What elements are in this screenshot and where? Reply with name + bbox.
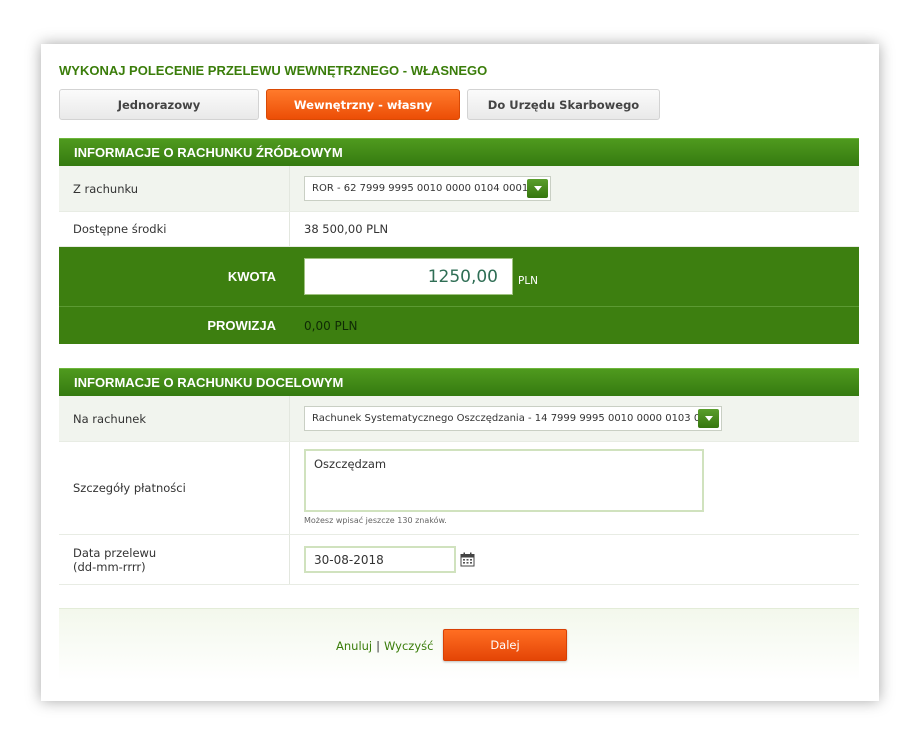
to-account-select[interactable]: Rachunek Systematycznego Oszczędzania - … xyxy=(304,406,722,431)
payment-details-textarea[interactable]: Oszczędzam xyxy=(304,449,704,512)
available-funds-value: 38 500,00 PLN xyxy=(304,222,389,236)
tab-one-time[interactable]: Jednorazowy xyxy=(59,89,259,120)
from-account-select[interactable]: ROR - 62 7999 9995 0010 0000 0104 0001 xyxy=(304,176,551,201)
amount-row: KWOTA 1250,00 PLN xyxy=(59,247,859,307)
links-separator: | xyxy=(376,639,380,653)
available-funds-label: Dostępne środki xyxy=(59,212,290,246)
payment-details-row: Szczegóły płatności Oszczędzam Możesz wp… xyxy=(59,442,859,535)
from-account-value: ROR - 62 7999 9995 0010 0000 0104 0001 xyxy=(312,183,529,194)
transfer-date-label: Data przelewu (dd-mm-rrrr) xyxy=(59,535,290,584)
chevron-down-icon[interactable] xyxy=(698,409,719,428)
page-title: WYKONAJ POLECENIE PRZELEWU WEWNĘTRZNEGO … xyxy=(59,63,488,78)
chevron-down-icon[interactable] xyxy=(527,179,548,198)
fee-label: PROWIZJA xyxy=(207,318,276,333)
target-section-header: INFORMACJE O RACHUNKU DOCELOWYM xyxy=(59,368,859,396)
to-account-row: Na rachunek Rachunek Systematycznego Osz… xyxy=(59,396,859,442)
from-account-label: Z rachunku xyxy=(59,166,290,211)
fee-row: PROWIZJA 0,00 PLN xyxy=(59,307,859,344)
amount-currency: PLN xyxy=(518,274,539,287)
available-funds-row: Dostępne środki 38 500,00 PLN xyxy=(59,212,859,247)
characters-remaining-hint: Możesz wpisać jeszcze 130 znaków. xyxy=(304,516,447,525)
transfer-date-input[interactable]: 30-08-2018 xyxy=(304,546,456,573)
form-actions-footer: Anuluj | Wyczyść Dalej xyxy=(59,608,859,681)
transfer-date-label-line2: (dd-mm-rrrr) xyxy=(73,559,146,574)
fee-value: 0,00 PLN xyxy=(304,318,358,333)
next-button[interactable]: Dalej xyxy=(443,629,567,661)
to-account-value: Rachunek Systematycznego Oszczędzania - … xyxy=(312,413,720,424)
amount-label: KWOTA xyxy=(227,269,276,284)
amount-input[interactable]: 1250,00 xyxy=(304,258,513,295)
footer-links: Anuluj | Wyczyść xyxy=(336,639,433,653)
tab-tax-office[interactable]: Do Urzędu Skarbowego xyxy=(467,89,660,120)
payment-details-label: Szczegóły płatności xyxy=(59,442,290,534)
transfer-form-card: WYKONAJ POLECENIE PRZELEWU WEWNĘTRZNEGO … xyxy=(41,44,879,701)
to-account-label: Na rachunek xyxy=(59,396,290,441)
source-account-section: INFORMACJE O RACHUNKU ŹRÓDŁOWYM Z rachun… xyxy=(59,138,859,344)
from-account-row: Z rachunku ROR - 62 7999 9995 0010 0000 … xyxy=(59,166,859,212)
target-account-section: INFORMACJE O RACHUNKU DOCELOWYM Na rachu… xyxy=(59,368,859,585)
cancel-link[interactable]: Anuluj xyxy=(336,639,372,653)
transfer-date-label-line1: Data przelewu xyxy=(73,545,157,560)
tab-internal-own[interactable]: Wewnętrzny - własny xyxy=(266,89,460,120)
calendar-icon[interactable] xyxy=(460,552,475,567)
source-section-header: INFORMACJE O RACHUNKU ŹRÓDŁOWYM xyxy=(59,138,859,166)
clear-link[interactable]: Wyczyść xyxy=(384,639,433,653)
transfer-date-row: Data przelewu (dd-mm-rrrr) 30-08-2018 xyxy=(59,535,859,585)
